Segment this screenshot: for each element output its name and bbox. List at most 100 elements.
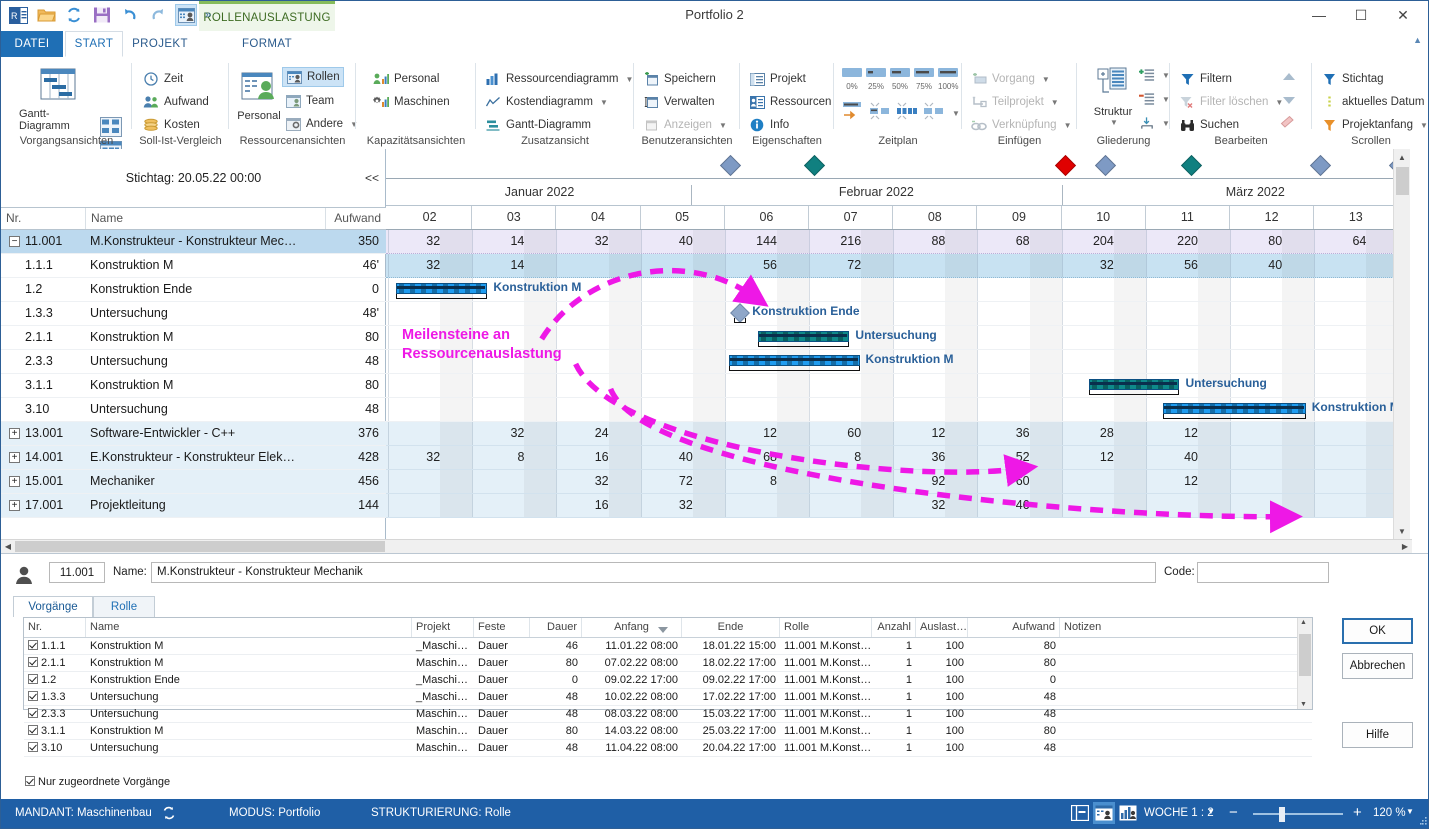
expander-plus-icon[interactable]: + (9, 428, 20, 440)
split-icon[interactable] (869, 101, 891, 124)
outline-collapse-button[interactable]: ▼ (1139, 113, 1170, 133)
eraser-icon[interactable] (1280, 115, 1297, 132)
table-row[interactable]: +13.001 Software-Entwickler - C++ 376 (1, 422, 386, 446)
code-field[interactable] (1197, 562, 1329, 583)
row-checkbox[interactable] (28, 657, 38, 667)
th-nr[interactable]: Nr. (24, 618, 86, 637)
th-anzahl[interactable]: Anzahl (872, 618, 916, 637)
column-header-aufwand[interactable]: Aufwand (326, 208, 386, 229)
task-row[interactable]: 3.1.1 Konstruktion M Maschin… Dauer 80 14.03.… (24, 723, 1312, 740)
split-view-icon[interactable] (1070, 804, 1090, 824)
milestone-marker[interactable] (1094, 154, 1116, 177)
table-row[interactable]: 2.3.3 Untersuchung 48 (1, 350, 386, 374)
progress-0-button[interactable]: 0% (842, 67, 862, 91)
minimize-button[interactable]: — (1298, 3, 1340, 27)
chevron-down-icon[interactable]: ▼ (1207, 807, 1215, 816)
column-header-nr[interactable]: Nr. (1, 208, 86, 229)
horizontal-scrollbar[interactable]: ◀ ▶ (1, 539, 1412, 553)
ok-button[interactable]: OK (1342, 618, 1413, 644)
scroll-down-icon[interactable]: ▼ (1394, 523, 1410, 539)
down-arrow-icon[interactable] (1282, 94, 1296, 108)
column-header-name[interactable]: Name (86, 208, 326, 229)
th-name[interactable]: Name (86, 618, 412, 637)
ribbon-collapse-icon[interactable]: ▲ (1413, 35, 1422, 45)
team-button[interactable]: Team (285, 91, 334, 111)
task-row[interactable]: 1.3.3 Untersuchung _Maschi… Dauer 48 10.02.22… (24, 689, 1312, 706)
rollen-button[interactable]: Rollen (282, 67, 344, 87)
outline-minus-button[interactable]: ▼ (1139, 89, 1170, 109)
table-row[interactable]: 1.3.3 Untersuchung 48' (1, 302, 386, 326)
table-row[interactable]: 2.1.1 Konstruktion M 80 (1, 326, 386, 350)
chevron-down-icon[interactable]: ▼ (1110, 118, 1118, 127)
th-dauer[interactable]: Dauer (530, 618, 582, 637)
personal-button[interactable]: Personal (231, 71, 287, 122)
close-button[interactable]: ✕ (1382, 3, 1424, 27)
gantt-bar[interactable] (758, 331, 850, 342)
tab-rolle[interactable]: Rolle (93, 596, 155, 617)
gantt-bar[interactable] (396, 283, 488, 294)
scroll-up-icon[interactable]: ▲ (1300, 619, 1307, 626)
ressourcendiagramm-button[interactable]: Ressourcendiagramm ▼ (485, 69, 633, 89)
outline-plus-button[interactable]: ▼ (1139, 65, 1170, 85)
collapse-button[interactable]: << (365, 171, 379, 185)
progress-50-button[interactable]: 50% (890, 67, 910, 91)
cancel-button[interactable]: Abbrechen (1342, 653, 1413, 679)
task-row[interactable]: 2.3.3 Untersuchung Maschin… Dauer 48 08.03.22… (24, 706, 1312, 723)
table-row[interactable]: −11.001 M.Konstrukteur - Konstrukteur Mec… (1, 230, 386, 254)
up-arrow-icon[interactable] (1282, 71, 1296, 85)
task-row[interactable]: 1.1.1 Konstruktion M _Maschi… Dauer 46 11.01.… (24, 638, 1312, 655)
andere-button[interactable]: Andere ▼ (285, 114, 358, 134)
gantt-vertical-scrollbar[interactable]: ▲ ▼ (1393, 149, 1410, 539)
th-aufwand[interactable]: Aufwand (968, 618, 1060, 637)
gantt-diagramm-zusatz-button[interactable]: Gantt-Diagramm (485, 115, 591, 135)
row-checkbox[interactable] (28, 708, 38, 718)
th-projekt[interactable]: Projekt (412, 618, 474, 637)
chart-view-icon[interactable] (1119, 805, 1137, 824)
progress-100-button[interactable]: 100% (938, 67, 958, 91)
th-notizen[interactable]: Notizen (1060, 618, 1298, 637)
zoom-in-button[interactable]: + (1353, 804, 1362, 821)
scroll-down-icon[interactable]: ▼ (1300, 701, 1307, 708)
row-checkbox[interactable] (28, 640, 38, 650)
table-row[interactable]: 1.1.1 Konstruktion M 46' (1, 254, 386, 278)
chevron-down-icon[interactable]: ▼ (1420, 121, 1428, 130)
table-row[interactable]: 3.1.1 Konstruktion M 80 (1, 374, 386, 398)
resource-view-icon[interactable] (1095, 805, 1113, 824)
gantt-bar[interactable] (1162, 403, 1306, 414)
progress-25-button[interactable]: 25% (866, 67, 886, 91)
struktur-button[interactable]: Struktur ▼ (1085, 67, 1141, 127)
tab-format[interactable]: FORMAT (199, 31, 335, 57)
tab-datei[interactable]: DATEI (1, 31, 63, 57)
zoom-out-button[interactable]: − (1229, 804, 1238, 821)
ressourcen-button[interactable]: Ressourcen (749, 92, 831, 112)
horizontal-scroll-thumb[interactable] (15, 541, 385, 552)
scroll-left-icon[interactable]: ◀ (1, 540, 15, 553)
sort-descending-icon[interactable] (658, 623, 668, 637)
th-rolle[interactable]: Rolle (780, 618, 872, 637)
task-row[interactable]: 1.2 Konstruktion Ende _Maschi… Dauer 0 09.02.… (24, 672, 1312, 689)
tab-vorgaenge[interactable]: Vorgänge (13, 596, 93, 617)
scroll-up-icon[interactable]: ▲ (1394, 149, 1410, 165)
maschinen-button[interactable]: Maschinen (373, 92, 450, 112)
th-auslastung[interactable]: Auslast… (916, 618, 968, 637)
milestone-marker[interactable] (1055, 154, 1077, 177)
row-checkbox[interactable] (28, 691, 38, 701)
gantt-row[interactable] (386, 302, 1410, 326)
gantt-bar[interactable] (729, 355, 860, 366)
zeit-button[interactable]: Zeit (143, 69, 183, 89)
suchen-button[interactable]: Suchen (1179, 115, 1239, 135)
group-icon[interactable] (923, 101, 945, 124)
sync-icon[interactable] (161, 805, 177, 824)
only-assigned-checkbox[interactable] (25, 776, 35, 786)
milestone-marker[interactable] (719, 154, 742, 177)
scroll-right-icon[interactable]: ▶ (1398, 540, 1412, 553)
task-table-scrollbar[interactable]: ▲ ▼ (1297, 618, 1312, 709)
zoom-slider-track[interactable] (1253, 813, 1343, 815)
filtern-button[interactable]: Filtern (1179, 69, 1232, 89)
kostendiagramm-button[interactable]: Kostendiagramm ▼ (485, 92, 608, 112)
indent-icon[interactable] (842, 101, 864, 124)
projekt-button[interactable]: Projekt (749, 69, 806, 89)
kosten-button[interactable]: Kosten (143, 115, 200, 135)
maximize-button[interactable]: ☐ (1340, 3, 1382, 27)
table-row[interactable]: 3.10 Untersuchung 48 (1, 398, 386, 422)
